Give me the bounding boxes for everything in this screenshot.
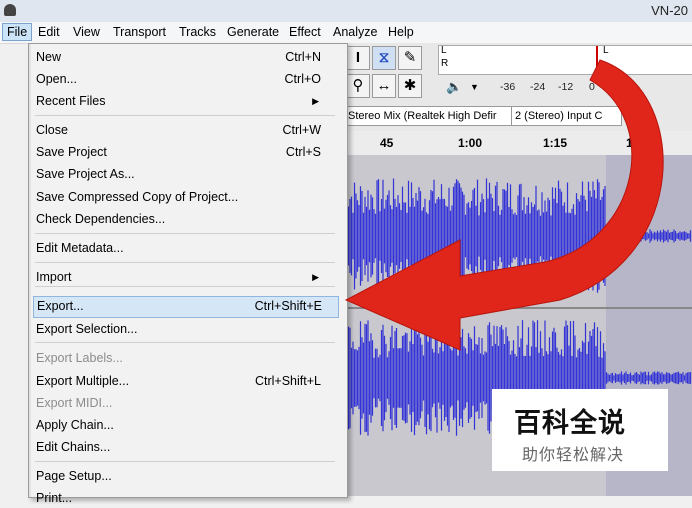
watermark-subtitle: 助你轻松解决 [522,447,625,464]
curved-arrow-icon [344,59,664,351]
watermark-badge: 百科全说 助你轻松解决 [492,389,668,471]
watermark-title: 百科全说 [514,408,626,438]
